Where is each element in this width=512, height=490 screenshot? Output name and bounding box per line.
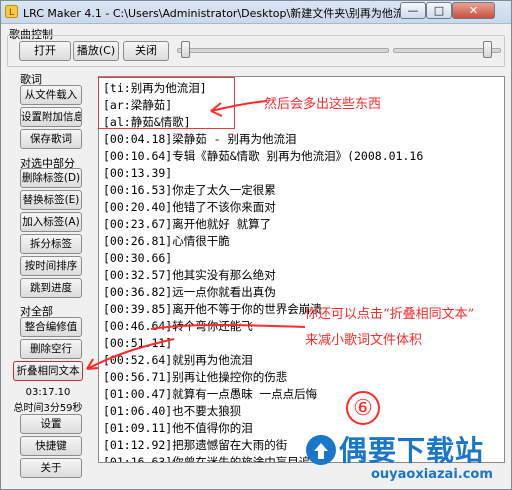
title-bar[interactable]: L LRC Maker 4.1 - C:\Users\Administrator… [1, 1, 511, 24]
lyric-line[interactable]: [01:12.92]把那遗憾留在大雨的街 [103, 437, 287, 454]
play-button[interactable]: 播放(C) [73, 41, 119, 61]
close-window-button[interactable]: ✕ [452, 2, 495, 19]
pointer-arrow-icon [86, 338, 175, 370]
lyric-line[interactable]: [00:32.57]他其实没有那么绝对 [103, 267, 276, 284]
lyric-line[interactable]: [00:04.18]梁静茹 - 别再为他流泪 [103, 131, 297, 148]
lyric-line[interactable]: [01:09.11]他不值得你的泪 [103, 420, 253, 437]
step-badge: ⑥ [346, 391, 380, 425]
save-lyrics-button[interactable]: 保存歌词 [20, 129, 82, 149]
svg-text:L: L [9, 8, 14, 18]
lyric-line[interactable]: [00:36.82]远一点你就看出真伪 [103, 284, 276, 301]
app-icon: L [5, 5, 18, 18]
lyric-line[interactable]: [00:39.85]离开他不等于你的世界会崩溃 [103, 301, 322, 318]
progress-slider[interactable] [177, 48, 389, 53]
progress-slider-thumb[interactable] [181, 41, 191, 58]
jump-to-progress-button[interactable]: 跳到进度 [20, 278, 82, 298]
sort-by-time-button[interactable]: 按时间排序 [20, 256, 82, 276]
close-file-button[interactable]: 关闭 [123, 41, 169, 61]
annotation-note-3: 来减小歌词文件体积 [305, 333, 423, 348]
replace-tag-button[interactable]: 替换标签(E) [20, 190, 82, 210]
window-title: LRC Maker 4.1 - C:\Users\Administrator\D… [23, 7, 439, 20]
lyric-line[interactable]: [00:20.40]他错了不该你来面对 [103, 199, 276, 216]
lyric-line[interactable]: [00:10.64]专辑《静茹&情歌 别再为他流泪》(2008.01.16 [103, 148, 423, 165]
watermark-logo-icon [306, 435, 336, 465]
lyrics-editor[interactable]: [ti:别再为他流泪] [ar:梁静茹] [al:静茹&情歌] [00:04.18]梁… [98, 76, 505, 463]
lyric-line[interactable]: [00:26.81]心情很干脆 [103, 233, 230, 250]
set-extra-info-button[interactable]: 设置附加信息 [20, 107, 82, 127]
annotation-note-1: 然后会多出这些东西 [264, 97, 382, 112]
delete-tag-button[interactable]: 删除标签(D) [20, 168, 82, 188]
volume-slider-thumb[interactable] [483, 41, 493, 58]
shortcuts-button[interactable]: 快捷键 [20, 436, 82, 456]
load-from-file-button[interactable]: 从文件载入 [20, 85, 82, 105]
lyric-line[interactable]: [01:00.47]就算有一点愚昧 一点点后悔 [103, 386, 317, 403]
underline-stroke [150, 324, 306, 330]
about-button[interactable]: 关于 [20, 458, 82, 478]
lyric-line[interactable]: [00:13.39] [103, 165, 172, 182]
settings-button[interactable]: 设置 [20, 414, 82, 434]
lyric-line[interactable]: [01:16.63]你曾在迷失的旅途中盲目追 [103, 454, 310, 462]
fold-same-text-button[interactable]: 折叠相同文本 [13, 361, 83, 381]
annotation-arrow-icon [210, 100, 268, 117]
split-tag-button[interactable]: 拆分标签 [20, 234, 82, 254]
watermark-en: ouyaoxiazai.com [371, 467, 493, 482]
maximize-button[interactable]: □ [426, 2, 452, 19]
lyric-line[interactable]: [01:06.40]也不要太狼狈 [103, 403, 241, 420]
delete-empty-lines-button[interactable]: 删除空行 [20, 339, 82, 359]
integrate-offset-button[interactable]: 整合编修值 [20, 317, 82, 337]
lyric-line[interactable]: [00:16.53]你走了太久一定很累 [103, 182, 276, 199]
current-time: 03:17.10 [25, 387, 71, 398]
minimize-button[interactable]: — [400, 2, 426, 19]
open-button[interactable]: 打开 [19, 41, 71, 61]
lyric-line[interactable]: [00:23.67]离开他就好 就算了 [103, 216, 271, 233]
watermark-cn: 偶要下载站 [339, 434, 485, 467]
annotation-note-2: 你还可以点击“折叠相同文本” [305, 307, 475, 322]
add-tag-button[interactable]: 加入标签(A) [20, 212, 82, 232]
lyric-line[interactable]: [00:30.66] [103, 250, 172, 267]
app-window: L LRC Maker 4.1 - C:\Users\Administrator… [0, 0, 512, 490]
total-time: 总时间3分59秒 [13, 403, 83, 414]
